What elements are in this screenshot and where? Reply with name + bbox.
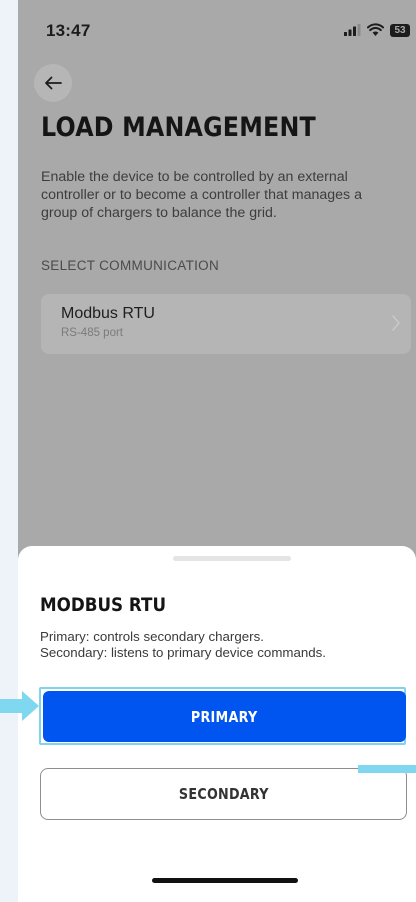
bottom-sheet: MODBUS RTU Primary: controls secondary c… bbox=[18, 546, 416, 902]
page-description: Enable the device to be controlled by an… bbox=[41, 169, 362, 221]
arrow-pointer-icon bbox=[0, 691, 39, 721]
select-communication-label: SELECT COMMUNICATION bbox=[41, 258, 220, 273]
status-bar: 13:47 53 bbox=[18, 0, 416, 60]
status-icons: 53 bbox=[343, 22, 410, 38]
secondary-button[interactable]: SECONDARY bbox=[40, 768, 407, 820]
back-button[interactable] bbox=[34, 64, 72, 102]
sheet-description: Primary: controls secondary chargers. Se… bbox=[40, 629, 326, 661]
wifi-icon bbox=[367, 23, 384, 36]
option-title: Modbus RTU bbox=[61, 305, 155, 322]
sheet-grabber[interactable] bbox=[173, 556, 291, 561]
primary-button[interactable]: PRIMARY bbox=[43, 691, 406, 742]
arrow-left-icon bbox=[45, 76, 62, 90]
primary-button-label: PRIMARY bbox=[191, 707, 258, 726]
option-subtitle: RS-485 port bbox=[61, 327, 124, 339]
sheet-description-line-1: Primary: controls secondary chargers. bbox=[40, 629, 264, 644]
sheet-description-line-2: Secondary: listens to primary device com… bbox=[40, 645, 326, 660]
chevron-right-icon bbox=[392, 315, 400, 331]
home-indicator bbox=[152, 878, 298, 883]
dimmed-page-backdrop[interactable]: 13:47 53 LOAD MANAGEMENT Enable the devi… bbox=[18, 0, 416, 560]
page-title: LOAD MANAGEMENT bbox=[41, 112, 316, 143]
battery-icon: 53 bbox=[390, 23, 410, 37]
modbus-rtu-option[interactable]: Modbus RTU RS-485 port bbox=[41, 294, 411, 354]
status-time: 13:47 bbox=[46, 21, 91, 40]
signal-icon bbox=[344, 24, 361, 36]
sheet-title: MODBUS RTU bbox=[40, 594, 167, 616]
secondary-button-label: SECONDARY bbox=[178, 785, 269, 803]
cyan-marker bbox=[358, 765, 416, 773]
screenshot-stage: 13:47 53 LOAD MANAGEMENT Enable the devi… bbox=[0, 0, 416, 902]
phone-screen: 13:47 53 LOAD MANAGEMENT Enable the devi… bbox=[18, 0, 416, 902]
